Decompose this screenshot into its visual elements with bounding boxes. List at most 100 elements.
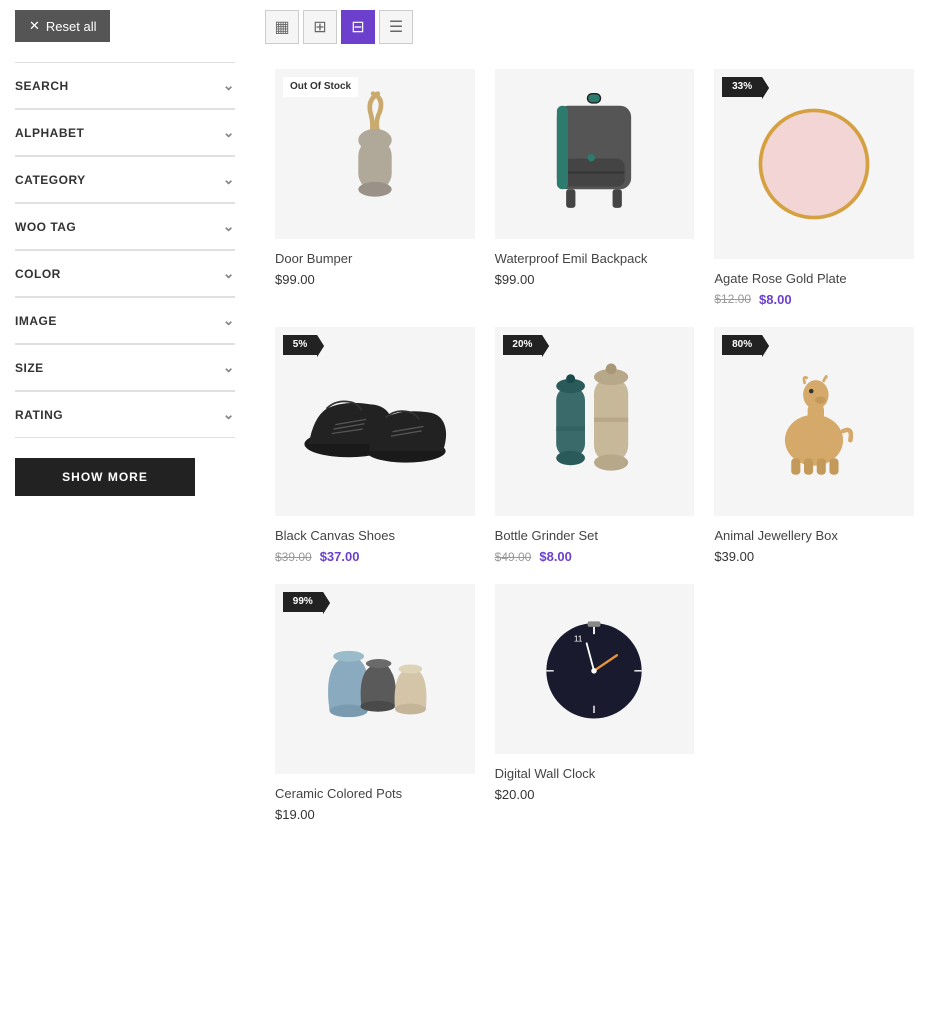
product-price: $99.00 [495, 272, 535, 287]
original-price: $39.00 [275, 550, 312, 564]
filter-section-alphabet: ALPHABET ⌄ [15, 109, 235, 156]
svg-text:11: 11 [574, 635, 583, 644]
product-price: $99.00 [275, 272, 315, 287]
filter-label-category: CATEGORY [15, 173, 86, 187]
product-name: Ceramic Colored Pots [275, 786, 475, 801]
filter-label-rating: RATING [15, 408, 63, 422]
filter-section-search: SEARCH ⌄ [15, 62, 235, 109]
product-image [714, 327, 914, 517]
price-wrapper: $20.00 [495, 787, 695, 802]
product-image [714, 69, 914, 259]
filter-label-search: SEARCH [15, 79, 69, 93]
product-card-bottle-grinder[interactable]: 20% Bottle Grinder Set $49.00 [485, 317, 705, 575]
price-wrapper: $99.00 [495, 272, 695, 287]
filter-label-image: IMAGE [15, 314, 57, 328]
product-image-wrapper: 99% [275, 584, 475, 774]
grid-btn-two-col[interactable]: ▦ [265, 10, 299, 44]
discount-badge: 5% [283, 335, 317, 355]
filter-label-alphabet: ALPHABET [15, 126, 84, 140]
product-name: Digital Wall Clock [495, 766, 695, 781]
price-wrapper: $19.00 [275, 807, 475, 822]
current-price: $37.00 [320, 549, 360, 564]
x-icon: ✕ [29, 18, 40, 34]
product-image: 11 [495, 584, 695, 754]
product-price: $19.00 [275, 807, 315, 822]
filter-header-size[interactable]: SIZE ⌄ [15, 345, 235, 391]
product-price: $20.00 [495, 787, 535, 802]
discount-badge: 99% [283, 592, 323, 612]
chevron-icon-alphabet: ⌄ [223, 124, 235, 141]
price-wrapper: $12.00 $8.00 [714, 292, 914, 307]
filter-label-woo_tag: WOO TAG [15, 220, 76, 234]
product-image-wrapper: 11 [495, 584, 695, 754]
product-card-ceramic-pots[interactable]: 99% Ceramic Colored Pots $19.00 [265, 574, 485, 832]
chevron-icon-image: ⌄ [223, 312, 235, 329]
chevron-icon-category: ⌄ [223, 171, 235, 188]
chevron-icon-color: ⌄ [223, 265, 235, 282]
product-card-door-bumper[interactable]: Out Of Stock Door Bumper $99.00 [265, 59, 485, 317]
chevron-icon-rating: ⌄ [223, 406, 235, 423]
current-price: $8.00 [759, 292, 792, 307]
chevron-icon-search: ⌄ [223, 77, 235, 94]
original-price: $49.00 [495, 550, 532, 564]
product-name: Agate Rose Gold Plate [714, 271, 914, 286]
grid-icon-four-col: ⊟ [351, 17, 364, 37]
chevron-icon-size: ⌄ [223, 359, 235, 376]
product-card-animal-jewellery[interactable]: 80% [704, 317, 924, 575]
filter-header-search[interactable]: SEARCH ⌄ [15, 63, 235, 109]
reset-all-button[interactable]: ✕ Reset all [15, 10, 110, 42]
sidebar: ✕ Reset all SEARCH ⌄ ALPHABET ⌄ CATEGORY… [15, 10, 255, 1008]
show-more-button[interactable]: SHOW MORE [15, 458, 195, 496]
grid-icon-list: ☰ [389, 17, 403, 37]
grid-controls: ▦ ⊞ ⊟ ☰ [265, 10, 924, 44]
filter-header-rating[interactable]: RATING ⌄ [15, 392, 235, 438]
product-card-agate-plate[interactable]: 33% Agate Rose Gold Plate $12.00 $8.00 [704, 59, 924, 317]
product-image-wrapper: 33% [714, 69, 914, 259]
product-name: Door Bumper [275, 251, 475, 266]
product-name: Bottle Grinder Set [495, 528, 695, 543]
price-wrapper: $39.00 [714, 549, 914, 564]
filter-header-alphabet[interactable]: ALPHABET ⌄ [15, 110, 235, 156]
product-price: $39.00 [714, 549, 754, 564]
filter-section-rating: RATING ⌄ [15, 391, 235, 438]
filter-section-woo_tag: WOO TAG ⌄ [15, 203, 235, 250]
product-image-wrapper: 20% [495, 327, 695, 517]
filter-label-color: COLOR [15, 267, 61, 281]
grid-btn-four-col[interactable]: ⊟ [341, 10, 375, 44]
product-image-wrapper: 80% [714, 327, 914, 517]
filter-section-size: SIZE ⌄ [15, 344, 235, 391]
filter-header-color[interactable]: COLOR ⌄ [15, 251, 235, 297]
price-wrapper: $99.00 [275, 272, 475, 287]
product-grid: Out Of Stock Door Bumper $99.00 [265, 59, 924, 832]
filter-header-category[interactable]: CATEGORY ⌄ [15, 157, 235, 203]
filter-section-category: CATEGORY ⌄ [15, 156, 235, 203]
product-card-digital-clock[interactable]: 11 Digital Wall Clock $20.00 [485, 574, 705, 832]
original-price: $12.00 [714, 292, 751, 306]
product-card-black-shoes[interactable]: 5% Black Canvas Shoes $3 [265, 317, 485, 575]
price-wrapper: $39.00 $37.00 [275, 549, 475, 564]
discount-badge: 33% [722, 77, 762, 97]
discount-badge: 80% [722, 335, 762, 355]
grid-icon-two-col: ▦ [274, 17, 289, 37]
product-name: Waterproof Emil Backpack [495, 251, 695, 266]
product-image [495, 69, 695, 239]
main-content: ▦ ⊞ ⊟ ☰ Out Of Stock Door Bumper $99.00 [255, 10, 924, 1008]
chevron-icon-woo_tag: ⌄ [223, 218, 235, 235]
grid-btn-three-col[interactable]: ⊞ [303, 10, 337, 44]
grid-btn-list[interactable]: ☰ [379, 10, 413, 44]
current-price: $8.00 [539, 549, 572, 564]
filter-label-size: SIZE [15, 361, 44, 375]
grid-icon-three-col: ⊞ [313, 17, 326, 37]
filter-section-color: COLOR ⌄ [15, 250, 235, 297]
product-name: Animal Jewellery Box [714, 528, 914, 543]
filter-header-image[interactable]: IMAGE ⌄ [15, 298, 235, 344]
product-image [275, 327, 475, 517]
product-name: Black Canvas Shoes [275, 528, 475, 543]
filter-header-woo_tag[interactable]: WOO TAG ⌄ [15, 204, 235, 250]
product-image-wrapper: 5% [275, 327, 475, 517]
product-image [495, 327, 695, 517]
product-image [275, 584, 475, 774]
out-of-stock-badge: Out Of Stock [283, 77, 358, 97]
product-card-waterproof-backpack[interactable]: Waterproof Emil Backpack $99.00 [485, 59, 705, 317]
price-wrapper: $49.00 $8.00 [495, 549, 695, 564]
